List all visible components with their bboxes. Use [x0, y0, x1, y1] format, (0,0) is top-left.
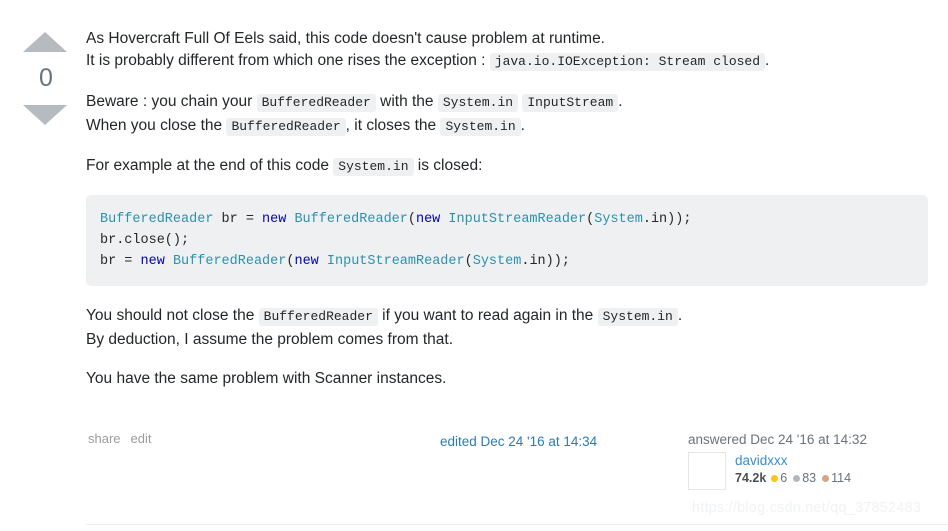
code-token: .in));: [521, 254, 570, 269]
code-token: br =: [213, 212, 263, 227]
paragraph-intro-line2: It is probably different from which one …: [86, 52, 490, 69]
paragraph-for-example: For example at the end of this code Syst…: [86, 155, 936, 178]
close-text-c: .: [677, 307, 683, 324]
paragraph-should-not-close: You should not close the BufferedReader …: [86, 304, 936, 351]
user-name-link[interactable]: davidxxx: [735, 452, 857, 469]
paragraph-beware: Beware : you chain your BufferedReader w…: [86, 90, 936, 138]
paragraph-intro-period: .: [765, 52, 770, 69]
gold-badge-icon: [771, 475, 779, 482]
user-card: answered Dec 24 '16 at 14:32 davidxxx 74…: [688, 432, 898, 490]
user-details: davidxxx 74.2k 6 83 114: [735, 452, 857, 487]
example-text-b: is closed:: [413, 157, 483, 174]
code-token: br =: [100, 254, 141, 269]
beware-text-d: When you close the: [86, 117, 227, 134]
silver-badge-group[interactable]: 83: [793, 470, 816, 487]
answer-post: 0 As Hovercraft Full Of Eels said, this …: [0, 0, 948, 531]
answered-timestamp: answered Dec 24 '16 at 14:32: [688, 432, 867, 447]
post-body: As Hovercraft Full Of Eels said, this co…: [86, 28, 936, 407]
code-token: new: [140, 254, 165, 269]
bronze-badge-count: 114: [831, 471, 852, 485]
watermark: https://blog.csdn.net/qq_37852483: [692, 500, 922, 516]
code-token: (: [464, 254, 473, 269]
beware-text-f: .: [520, 117, 525, 134]
silver-badge-count: 83: [802, 471, 817, 485]
example-text-a: For example at the end of this code: [86, 157, 334, 174]
user-info: davidxxx 74.2k 6 83 114: [688, 452, 898, 490]
code-token: BufferedReader: [100, 212, 214, 227]
inline-code-ioexception: java.io.IOException: Stream closed: [489, 53, 766, 71]
code-token: new: [294, 254, 319, 269]
avatar[interactable]: [688, 452, 726, 490]
user-reputation-row: 74.2k 6 83 114: [735, 470, 857, 487]
paragraph-scanner: You have the same problem with Scanner i…: [86, 370, 447, 387]
close-text-line2: By deduction, I assume the problem comes…: [86, 331, 454, 348]
code-token: br.close();: [100, 233, 190, 248]
inline-code-bufferedreader-3: BufferedReader: [258, 308, 378, 326]
vote-count: 0: [39, 64, 53, 92]
code-token: System: [594, 212, 643, 227]
inline-code-systemin-3: System.in: [333, 158, 414, 176]
edited-timestamp[interactable]: edited Dec 24 '16 at 14:34: [440, 434, 597, 449]
inline-code-systemin-4: System.in: [597, 308, 678, 326]
reputation-score: 74.2k: [735, 471, 767, 485]
triangle-down-icon[interactable]: [23, 105, 67, 125]
code-line-2: br.close();: [100, 233, 189, 248]
edit-link[interactable]: edit: [131, 431, 152, 446]
code-block: BufferedReader br = new BufferedReader(n…: [86, 195, 928, 286]
code-line-1: BufferedReader br = new BufferedReader(n…: [100, 212, 691, 227]
code-line-3: br = new BufferedReader ( new InputStreamR…: [100, 254, 570, 269]
code-token: BufferedReader: [172, 254, 287, 269]
inline-code-bufferedreader-2: BufferedReader: [226, 118, 346, 136]
silver-badge-icon: [793, 475, 801, 482]
post-menu: share edit: [88, 431, 162, 446]
inline-code-bufferedreader-1: BufferedReader: [256, 94, 376, 112]
inline-code-systemin-2: System.in: [440, 118, 521, 136]
share-link[interactable]: share: [88, 431, 121, 446]
code-token: .in));: [642, 212, 692, 227]
beware-text-c: .: [618, 93, 623, 110]
paragraph-intro-line1: As Hovercraft Full Of Eels said, this co…: [86, 30, 605, 47]
close-text-b: if you want to read again in the: [377, 307, 598, 324]
code-token: new: [415, 212, 441, 227]
code-token: (: [407, 212, 416, 227]
bronze-badge-icon: [822, 475, 830, 482]
code-token: InputStreamReader: [448, 212, 587, 227]
gold-badge-group[interactable]: 6: [771, 470, 787, 487]
bronze-badge-group[interactable]: 114: [822, 470, 851, 487]
triangle-up-icon[interactable]: [23, 32, 67, 52]
gold-badge-count: 6: [780, 471, 788, 485]
inline-code-inputstream: InputStream: [522, 94, 619, 112]
close-text-a: You should not close the: [86, 307, 259, 324]
inline-code-systemin-1: System.in: [437, 94, 519, 112]
paragraph-intro: As Hovercraft Full Of Eels said, this co…: [86, 28, 936, 73]
code-token: BufferedReader: [294, 212, 408, 227]
bottom-divider: [86, 524, 948, 525]
code-token: System: [472, 254, 522, 269]
code-token: InputStreamReader: [326, 254, 465, 269]
beware-text-e: , it closes the: [345, 117, 441, 134]
beware-text-a: Beware : you chain your: [86, 93, 257, 110]
beware-text-b: with the: [375, 93, 438, 110]
vote-cell: 0: [14, 32, 76, 125]
code-token: new: [262, 212, 287, 227]
